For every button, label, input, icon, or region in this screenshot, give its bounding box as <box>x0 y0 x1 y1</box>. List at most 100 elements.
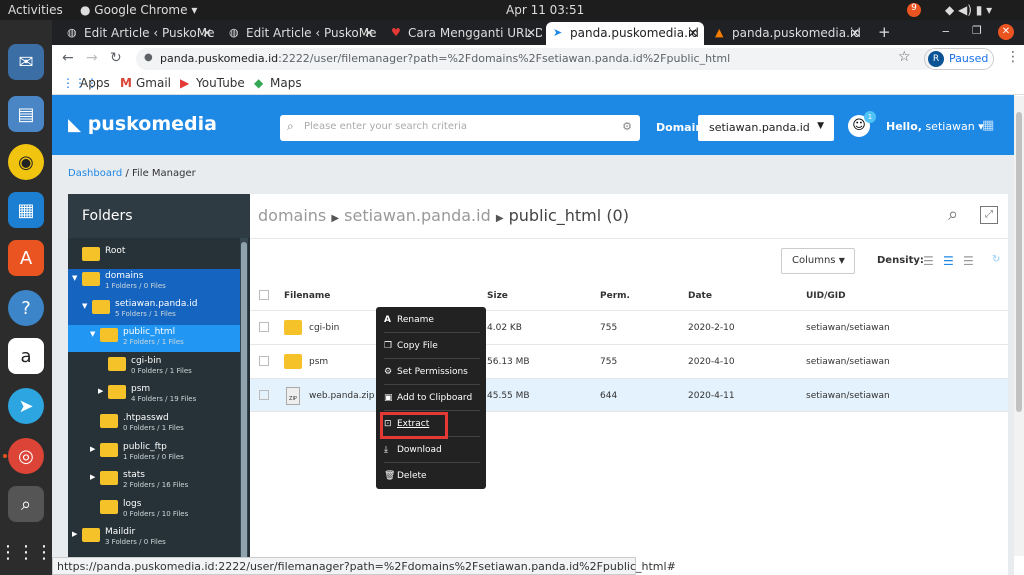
menu-item-set-permissions[interactable]: ⚙ Set Permissions <box>384 365 480 381</box>
file-name[interactable]: cgi-bin <box>309 323 339 333</box>
chevron-down-icon[interactable]: ▼ <box>90 329 95 340</box>
row-checkbox[interactable] <box>259 356 269 366</box>
chevron-right-icon[interactable]: ▶ <box>72 529 77 540</box>
profile-button[interactable]: R Paused <box>924 48 994 70</box>
reload-button[interactable]: ↻ <box>110 50 122 66</box>
amazon-icon[interactable]: a <box>8 338 44 374</box>
file-date: 2020-4-11 <box>688 391 735 401</box>
close-icon[interactable]: ✕ <box>364 26 374 40</box>
tab-4-active[interactable]: ➤ panda.puskomedia.id ✕ <box>546 22 704 45</box>
telegram-icon[interactable]: ➤ <box>8 388 44 424</box>
column-header-uid[interactable]: UID/GID <box>806 291 846 301</box>
fullscreen-icon[interactable]: ⤢ <box>980 206 998 224</box>
chevron-down-icon[interactable]: ▼ <box>82 301 87 312</box>
density-compact-icon[interactable]: ☰ <box>923 254 934 268</box>
app-menu[interactable]: ● Google Chrome ▾ <box>80 3 197 17</box>
page-scrollbar[interactable] <box>1014 96 1024 556</box>
node-info: 5 Folders / 1 Files <box>115 310 176 318</box>
bookmark-apps[interactable]: Apps <box>80 76 110 90</box>
bookmark-youtube[interactable]: YouTube <box>196 76 245 90</box>
minimize-button[interactable]: ‒ <box>942 24 950 38</box>
chrome-icon[interactable]: ◎ <box>8 438 44 474</box>
refresh-icon[interactable]: ↻ <box>992 254 1000 265</box>
files-icon[interactable]: ▤ <box>8 96 44 132</box>
tree-scrollbar[interactable] <box>240 238 248 575</box>
column-header-size[interactable]: Size <box>487 291 508 301</box>
software-center-icon[interactable]: A <box>8 240 44 276</box>
domain-select[interactable]: setiawan.panda.id ▼ <box>698 115 834 141</box>
screenshot-icon[interactable]: ⌕ <box>8 486 44 522</box>
rename-icon: A <box>384 315 391 325</box>
close-icon[interactable]: ✕ <box>202 26 212 40</box>
select-all-checkbox[interactable] <box>259 290 269 300</box>
rhythmbox-icon[interactable]: ◉ <box>8 144 44 180</box>
thunderbird-icon[interactable]: ✉ <box>8 44 44 80</box>
writer-icon[interactable]: ▦ <box>8 192 44 228</box>
file-name[interactable]: web.panda.zip <box>309 391 374 401</box>
chevron-right-icon[interactable]: ▶ <box>98 386 103 397</box>
scrollbar-thumb[interactable] <box>1016 112 1022 412</box>
menu-dots-icon[interactable]: ⋮ <box>1006 49 1020 65</box>
row-checkbox[interactable] <box>259 322 269 332</box>
help-icon[interactable]: ? <box>8 290 44 326</box>
chevron-right-icon[interactable]: ▶ <box>90 444 95 455</box>
maximize-button[interactable]: ❐ <box>972 24 982 37</box>
clock[interactable]: Apr 11 03:51 <box>506 3 584 17</box>
density-comfortable-icon[interactable]: ☰ <box>963 254 974 268</box>
tab-5[interactable]: ▲ panda.puskomedia.id ✕ <box>708 22 866 45</box>
density-default-icon[interactable]: ☰ <box>943 254 954 268</box>
menu-item-copy-file[interactable]: ❐ Copy File <box>384 339 480 355</box>
menu-divider <box>384 358 480 359</box>
file-list-panel: domains ▶ setiawan.panda.id ▶ public_htm… <box>250 194 1008 575</box>
close-icon[interactable]: ✕ <box>688 26 698 40</box>
gear-icon[interactable]: ⚙ <box>622 120 632 133</box>
breadcrumb: Dashboard / File Manager <box>68 168 196 179</box>
logo[interactable]: ◣ puskomedia <box>68 113 217 135</box>
notification-badge[interactable]: 9 <box>907 3 921 17</box>
path-segment[interactable]: domains <box>258 206 326 225</box>
column-header-filename[interactable]: Filename <box>284 291 330 301</box>
menu-item-add-to-clipboard[interactable]: ▣ Add to Clipboard <box>384 391 480 407</box>
node-info: 0 Folders / 1 Files <box>131 367 192 375</box>
path-segment[interactable]: setiawan.panda.id <box>344 206 491 225</box>
bookmark-maps[interactable]: Maps <box>270 76 302 90</box>
columns-button[interactable]: Columns ▼ <box>781 248 855 274</box>
file-name[interactable]: psm <box>309 357 328 367</box>
bookmark-star-icon[interactable]: ☆ <box>898 49 911 65</box>
tab-2[interactable]: ◍ Edit Article ‹ PuskoMe ✕ <box>222 22 380 45</box>
file-perm: 755 <box>600 323 618 333</box>
search-icon[interactable]: ⌕ <box>948 204 958 225</box>
menu-item-rename[interactable]: A Rename <box>384 313 480 329</box>
system-tray-icons[interactable]: ◆ ◀) ▮ ▾ <box>945 3 992 17</box>
tab-label: panda.puskomedia.id <box>570 26 699 40</box>
new-tab-button[interactable]: + <box>878 23 891 41</box>
tab-3[interactable]: ♥ Cara Mengganti URL D ✕ <box>384 22 542 45</box>
forward-button[interactable]: → <box>86 50 98 66</box>
address-bar[interactable]: ● panda.puskomedia.id:2222/user/filemana… <box>136 48 936 70</box>
apps-grid-icon[interactable]: ▦ <box>982 118 994 133</box>
close-window-button[interactable]: ✕ <box>998 24 1014 40</box>
chevron-down-icon[interactable]: ▼ <box>72 273 77 284</box>
breadcrumb-dashboard-link[interactable]: Dashboard <box>68 168 122 179</box>
table-row[interactable]: cgi-bin 4.02 KB 755 2020-2-10 setiawan/s… <box>250 310 1008 344</box>
tab-favicon-icon: ◍ <box>229 26 239 39</box>
folder-icon <box>108 385 126 399</box>
column-header-date[interactable]: Date <box>688 291 712 301</box>
close-icon[interactable]: ✕ <box>850 26 860 40</box>
bookmark-gmail[interactable]: Gmail <box>136 76 171 90</box>
menu-item-delete[interactable]: 🗑 Delete <box>384 469 480 485</box>
menu-label: Delete <box>397 471 427 481</box>
chevron-right-icon[interactable]: ▶ <box>90 472 95 483</box>
activities-button[interactable]: Activities <box>8 3 63 17</box>
table-row[interactable]: psm 56.13 MB 755 2020-4-10 setiawan/seti… <box>250 344 1008 378</box>
user-greeting[interactable]: Hello, setiawan ▾ <box>886 120 984 133</box>
back-button[interactable]: ← <box>62 50 74 66</box>
row-checkbox[interactable] <box>259 390 269 400</box>
close-icon[interactable]: ✕ <box>526 26 536 40</box>
menu-item-download[interactable]: ⤓ Download <box>384 443 480 459</box>
table-row-selected[interactable]: ZIP web.panda.zip 45.55 MB 644 2020-4-11… <box>250 378 1008 412</box>
show-apps-icon[interactable]: ⋮⋮⋮ <box>0 534 53 570</box>
tab-1[interactable]: ◍ Edit Article ‹ PuskoMe ✕ <box>60 22 218 45</box>
column-header-perm[interactable]: Perm. <box>600 291 630 301</box>
search-input[interactable]: ⌕ Please enter your search criteria ⚙ <box>280 115 640 141</box>
